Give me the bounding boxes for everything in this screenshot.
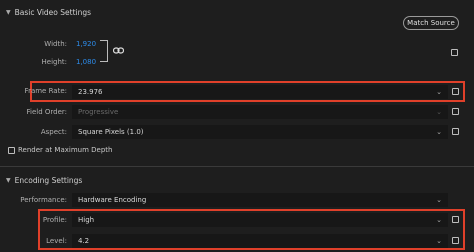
dropdown-caret-icon: ⌄ <box>436 237 442 245</box>
frame-rate-select[interactable]: 23.976 ⌄ <box>72 85 448 99</box>
width-label: Width: <box>44 40 67 48</box>
width-height-override-checkbox[interactable] <box>451 49 458 56</box>
performance-select[interactable]: Hardware Encoding ⌄ <box>72 193 448 207</box>
aspect-link-bracket <box>100 40 108 62</box>
dropdown-caret-icon: ⌄ <box>436 128 442 136</box>
frame-rate-label: Frame Rate: <box>24 87 67 95</box>
aspect-checkbox[interactable] <box>452 128 459 135</box>
profile-value: High <box>78 216 95 224</box>
field-order-value: Progressive <box>78 108 119 116</box>
level-select[interactable]: 4.2 ⌄ <box>72 234 448 248</box>
aspect-value: Square Pixels (1.0) <box>78 128 144 136</box>
performance-value: Hardware Encoding <box>78 196 147 204</box>
dropdown-caret-icon: ⌄ <box>436 196 442 204</box>
render-max-depth-label: Render at Maximum Depth <box>18 146 113 154</box>
height-label: Height: <box>41 58 68 66</box>
render-max-depth-checkbox[interactable] <box>8 147 15 154</box>
frame-rate-checkbox[interactable] <box>452 88 459 95</box>
level-checkbox[interactable] <box>452 237 459 244</box>
basic-video-settings-header[interactable]: ▼ Basic Video Settings <box>6 8 91 17</box>
section-title: Basic Video Settings <box>14 8 92 17</box>
level-value: 4.2 <box>78 237 90 245</box>
field-order-select: Progressive ⌄ <box>72 105 448 119</box>
profile-label: Profile: <box>42 216 67 224</box>
dropdown-caret-icon: ⌄ <box>436 108 442 116</box>
field-order-label: Field Order: <box>26 108 67 116</box>
chevron-down-icon: ▼ <box>6 9 11 16</box>
dropdown-caret-icon: ⌄ <box>436 88 442 96</box>
frame-rate-value: 23.976 <box>78 88 103 96</box>
encoding-settings-header[interactable]: ▼ Encoding Settings <box>6 176 82 185</box>
section-title: Encoding Settings <box>14 176 83 185</box>
chevron-down-icon: ▼ <box>6 177 11 184</box>
level-label: Level: <box>46 237 67 245</box>
aspect-label: Aspect: <box>40 128 67 136</box>
aspect-select[interactable]: Square Pixels (1.0) ⌄ <box>72 125 448 139</box>
link-icon[interactable] <box>112 47 125 56</box>
section-divider <box>0 166 474 167</box>
height-value[interactable]: 1,080 <box>76 58 96 66</box>
profile-checkbox[interactable] <box>452 216 459 223</box>
dropdown-caret-icon: ⌄ <box>436 216 442 224</box>
field-order-checkbox[interactable] <box>452 108 459 115</box>
profile-select[interactable]: High ⌄ <box>72 213 448 227</box>
match-source-button[interactable]: Match Source <box>403 16 459 30</box>
performance-label: Performance: <box>20 196 67 204</box>
width-value[interactable]: 1,920 <box>76 40 96 48</box>
